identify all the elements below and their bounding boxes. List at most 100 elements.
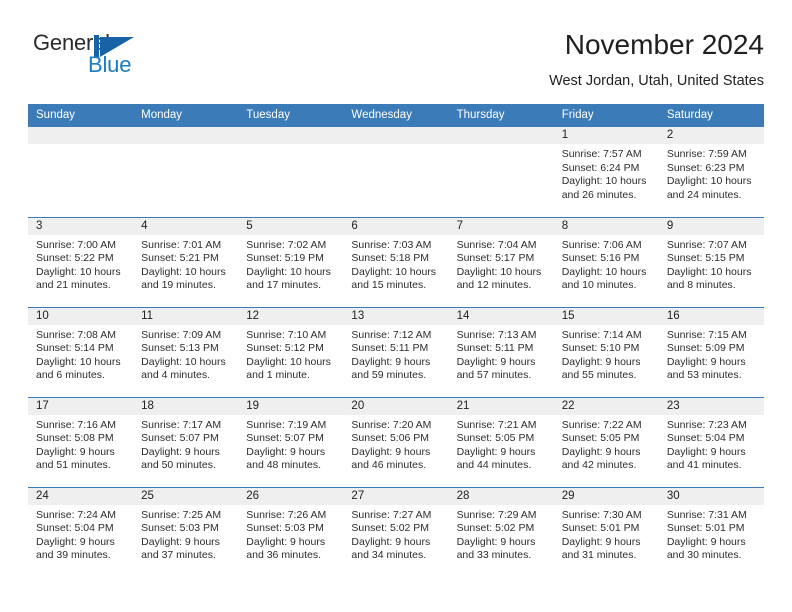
day-sun-info: Sunrise: 7:12 AM Sunset: 5:11 PM Daylight:… [343, 325, 448, 383]
calendar-day-cell-empty [343, 127, 449, 217]
sunset-text: Sunset: 5:14 PM [36, 342, 114, 355]
calendar-day-cell[interactable]: 20 Sunrise: 7:20 AM Sunset: 5:06 PM Dayligh… [343, 396, 449, 487]
calendar-day-cell[interactable]: 21 Sunrise: 7:21 AM Sunset: 5:05 PM Dayligh… [448, 396, 554, 487]
day-number: 13 [343, 307, 449, 325]
calendar-day-cell[interactable]: 14 Sunrise: 7:13 AM Sunset: 5:11 PM Dayligh… [448, 306, 554, 397]
calendar-day-cell[interactable]: 7 Sunrise: 7:04 AM Sunset: 5:17 PM Daylight… [448, 216, 554, 307]
calendar-day-cell-empty [238, 127, 344, 217]
daylight-text-line1: Daylight: 10 hours [666, 175, 752, 188]
day-sun-info: Sunrise: 7:21 AM Sunset: 5:05 PM Daylight:… [449, 415, 554, 473]
day-cell-inner: 17 Sunrise: 7:16 AM Sunset: 5:08 PM Dayligh… [28, 397, 134, 487]
daylight-text-line2: and 21 minutes. [36, 279, 111, 292]
daylight-text-line2: and 51 minutes. [36, 459, 111, 472]
day-number: 30 [658, 487, 764, 505]
day-cell-inner: 4 Sunrise: 7:01 AM Sunset: 5:21 PM Daylight… [133, 217, 239, 307]
daylight-text-line2: and 34 minutes. [351, 549, 427, 562]
calendar-day-cell[interactable]: 13 Sunrise: 7:12 AM Sunset: 5:11 PM Dayligh… [343, 306, 449, 397]
daylight-text-line2: and 44 minutes. [456, 459, 532, 472]
calendar-day-cell[interactable]: 27 Sunrise: 7:27 AM Sunset: 5:02 PM Dayligh… [343, 486, 449, 577]
day-number: 23 [658, 397, 764, 415]
calendar-day-cell[interactable]: 19 Sunrise: 7:19 AM Sunset: 5:07 PM Dayligh… [238, 396, 344, 487]
day-number: 18 [133, 397, 239, 415]
daylight-text-line1: Daylight: 9 hours [246, 535, 326, 548]
sunrise-text: Sunrise: 7:15 AM [666, 328, 747, 341]
calendar-day-cell[interactable]: 2 Sunrise: 7:59 AM Sunset: 6:23 PM Daylight… [658, 127, 764, 217]
daylight-text-line2: and 36 minutes. [246, 549, 321, 562]
sunset-text: Sunset: 5:04 PM [36, 522, 114, 535]
day-number [343, 127, 449, 144]
calendar-day-cell[interactable]: 15 Sunrise: 7:14 AM Sunset: 5:10 PM Dayligh… [553, 306, 659, 397]
weekday-header-wednesday: Wednesday [343, 104, 449, 127]
calendar-week-row: 3 Sunrise: 7:00 AM Sunset: 5:22 PM Daylight… [28, 216, 764, 307]
day-sun-info: Sunrise: 7:14 AM Sunset: 5:10 PM Daylight:… [554, 325, 659, 383]
weekday-header-sunday: Sunday [28, 104, 134, 127]
brand-logo[interactable]: General Blue [28, 30, 168, 86]
daylight-text-line1: Daylight: 10 hours [36, 355, 121, 368]
calendar-header-row: Sunday Monday Tuesday Wednesday Thursday Frid… [28, 104, 764, 127]
daylight-text-line2: and 30 minutes. [666, 549, 742, 562]
day-cell-inner [238, 127, 344, 216]
calendar-day-cell[interactable]: 22 Sunrise: 7:22 AM Sunset: 5:05 PM Dayligh… [553, 396, 659, 487]
calendar-day-cell[interactable]: 28 Sunrise: 7:29 AM Sunset: 5:02 PM Dayligh… [448, 486, 554, 577]
calendar-day-cell[interactable]: 5 Sunrise: 7:02 AM Sunset: 5:19 PM Daylight… [238, 216, 344, 307]
day-cell-inner: 29 Sunrise: 7:30 AM Sunset: 5:01 PM Dayligh… [553, 487, 659, 577]
calendar-day-cell[interactable]: 12 Sunrise: 7:10 AM Sunset: 5:12 PM Dayligh… [238, 306, 344, 397]
sunrise-text: Sunrise: 7:14 AM [561, 328, 642, 341]
day-cell-inner [343, 127, 449, 216]
day-sun-info: Sunrise: 7:57 AM Sunset: 6:24 PM Daylight:… [554, 144, 659, 202]
sunrise-text: Sunrise: 7:03 AM [351, 238, 432, 251]
daylight-text-line2: and 26 minutes. [561, 188, 637, 201]
daylight-text-line1: Daylight: 9 hours [561, 445, 641, 458]
day-sun-info: Sunrise: 7:29 AM Sunset: 5:02 PM Daylight:… [449, 505, 554, 563]
daylight-text-line2: and 59 minutes. [351, 369, 427, 382]
day-cell-inner: 2 Sunrise: 7:59 AM Sunset: 6:23 PM Daylight… [658, 127, 764, 216]
calendar-day-cell[interactable]: 4 Sunrise: 7:01 AM Sunset: 5:21 PM Daylight… [133, 216, 239, 307]
day-number: 11 [133, 307, 239, 325]
calendar-day-cell[interactable]: 16 Sunrise: 7:15 AM Sunset: 5:09 PM Dayligh… [658, 306, 764, 397]
sunset-text: Sunset: 5:13 PM [141, 342, 219, 355]
calendar-day-cell[interactable]: 26 Sunrise: 7:26 AM Sunset: 5:03 PM Dayligh… [238, 486, 344, 577]
daylight-text-line1: Daylight: 9 hours [246, 445, 326, 458]
daylight-text-line2: and 33 minutes. [456, 549, 532, 562]
calendar-day-cell[interactable]: 24 Sunrise: 7:24 AM Sunset: 5:04 PM Dayligh… [28, 486, 134, 577]
calendar-day-cell[interactable]: 30 Sunrise: 7:31 AM Sunset: 5:01 PM Dayligh… [658, 486, 764, 577]
day-sun-info: Sunrise: 7:07 AM Sunset: 5:15 PM Daylight:… [659, 235, 764, 293]
calendar-day-cell[interactable]: 3 Sunrise: 7:00 AM Sunset: 5:22 PM Daylight… [28, 216, 134, 307]
calendar-day-cell[interactable]: 23 Sunrise: 7:23 AM Sunset: 5:04 PM Dayligh… [658, 396, 764, 487]
day-number: 14 [448, 307, 554, 325]
calendar-day-cell[interactable]: 10 Sunrise: 7:08 AM Sunset: 5:14 PM Dayligh… [28, 306, 134, 397]
daylight-text-line1: Daylight: 10 hours [351, 265, 437, 278]
calendar-day-cell[interactable]: 9 Sunrise: 7:07 AM Sunset: 5:15 PM Daylight… [658, 216, 764, 307]
day-sun-info: Sunrise: 7:22 AM Sunset: 5:05 PM Daylight:… [554, 415, 659, 473]
sunrise-text: Sunrise: 7:30 AM [561, 508, 642, 521]
daylight-text-line2: and 6 minutes. [36, 369, 105, 382]
weekday-header-saturday: Saturday [658, 104, 764, 127]
daylight-text-line1: Daylight: 10 hours [36, 265, 121, 278]
page-title: November 2024 [564, 29, 764, 60]
calendar-day-cell[interactable]: 18 Sunrise: 7:17 AM Sunset: 5:07 PM Dayligh… [133, 396, 239, 487]
calendar-day-cell[interactable]: 11 Sunrise: 7:09 AM Sunset: 5:13 PM Dayligh… [133, 306, 239, 397]
calendar-day-cell[interactable]: 8 Sunrise: 7:06 AM Sunset: 5:16 PM Daylight… [553, 216, 659, 307]
calendar-week-row: 1 Sunrise: 7:57 AM Sunset: 6:24 PM Daylight… [28, 127, 764, 217]
day-number: 1 [553, 127, 659, 144]
calendar-week-row: 10 Sunrise: 7:08 AM Sunset: 5:14 PM Dayligh… [28, 306, 764, 397]
sunrise-text: Sunrise: 7:23 AM [666, 418, 747, 431]
calendar-day-cell[interactable]: 6 Sunrise: 7:03 AM Sunset: 5:18 PM Daylight… [343, 216, 449, 307]
calendar-day-cell[interactable]: 17 Sunrise: 7:16 AM Sunset: 5:08 PM Dayligh… [28, 396, 134, 487]
day-cell-inner: 25 Sunrise: 7:25 AM Sunset: 5:03 PM Dayligh… [133, 487, 239, 577]
daylight-text-line1: Daylight: 10 hours [141, 265, 226, 278]
sunset-text: Sunset: 5:02 PM [456, 522, 535, 535]
daylight-text-line2: and 48 minutes. [246, 459, 321, 472]
daylight-text-line2: and 15 minutes. [351, 279, 427, 292]
sunset-text: Sunset: 5:01 PM [666, 522, 745, 535]
calendar-day-cell[interactable]: 1 Sunrise: 7:57 AM Sunset: 6:24 PM Daylight… [553, 127, 659, 217]
day-number: 10 [28, 307, 134, 325]
calendar-table: Sunday Monday Tuesday Wednesday Thursday Frid… [28, 104, 764, 577]
day-sun-info: Sunrise: 7:13 AM Sunset: 5:11 PM Daylight:… [449, 325, 554, 383]
calendar-day-cell[interactable]: 29 Sunrise: 7:30 AM Sunset: 5:01 PM Dayligh… [553, 486, 659, 577]
daylight-text-line1: Daylight: 9 hours [561, 355, 641, 368]
calendar-day-cell[interactable]: 25 Sunrise: 7:25 AM Sunset: 5:03 PM Dayligh… [133, 486, 239, 577]
day-sun-info: Sunrise: 7:03 AM Sunset: 5:18 PM Daylight:… [343, 235, 448, 293]
sunrise-text: Sunrise: 7:27 AM [351, 508, 432, 521]
calendar-week-row: 24 Sunrise: 7:24 AM Sunset: 5:04 PM Dayligh… [28, 486, 764, 577]
